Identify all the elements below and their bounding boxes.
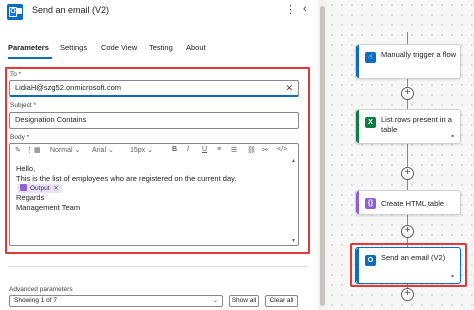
panel-title: Send an email (V2): [32, 5, 110, 15]
more-options-icon[interactable]: ⋮: [285, 3, 296, 16]
tab-settings[interactable]: Settings: [60, 43, 87, 52]
card-title: List rows present in a table: [381, 115, 452, 134]
link-icon: ⚭: [449, 134, 455, 140]
card-accent: [356, 191, 359, 214]
clear-all-button[interactable]: Clear all: [265, 295, 298, 307]
scrollbar-thumb[interactable]: [320, 6, 325, 306]
card-accent: [356, 110, 359, 143]
trigger-hand-icon: ☝: [365, 52, 376, 63]
panel-header: O Send an email (V2) ⋮ ‹: [0, 0, 318, 24]
card-title: Create HTML table: [381, 199, 445, 208]
tab-code-view[interactable]: Code View: [101, 43, 137, 52]
add-step-icon[interactable]: +: [401, 167, 414, 180]
advanced-parameters-label: Advanced parameters: [9, 286, 73, 293]
tab-testing[interactable]: Testing: [149, 43, 173, 52]
flow-card-trigger[interactable]: ☝ Manually trigger a flow: [355, 44, 461, 79]
add-step-icon[interactable]: +: [401, 288, 414, 301]
collapse-panel-icon[interactable]: ‹: [303, 3, 307, 15]
highlight-box: [5, 67, 310, 254]
divider: [8, 266, 308, 267]
flow-card-create-html-table[interactable]: {} Create HTML table: [355, 190, 461, 215]
show-all-button[interactable]: Show all: [229, 295, 259, 307]
add-step-icon[interactable]: +: [401, 87, 414, 100]
card-title: Manually trigger a flow: [381, 50, 457, 59]
chevron-down-icon: ⌄: [212, 298, 218, 304]
flow-card-list-rows[interactable]: X List rows present in a table ⚭: [355, 109, 461, 144]
panel-scrollbar[interactable]: [318, 0, 327, 310]
add-step-icon[interactable]: +: [401, 225, 414, 238]
advanced-parameters-select[interactable]: Showing 1 of 7 ⌄: [9, 295, 223, 307]
connector-line: [407, 32, 408, 44]
outlook-icon: O: [7, 4, 23, 20]
active-tab-indicator: [8, 57, 52, 59]
highlight-box: [350, 243, 467, 287]
advanced-parameters-value: Showing 1 of 7: [14, 297, 58, 304]
tab-about[interactable]: About: [186, 43, 206, 52]
card-accent: [356, 45, 359, 78]
tab-parameters[interactable]: Parameters: [8, 43, 49, 52]
action-details-panel: O Send an email (V2) ⋮ ‹ Parameters Sett…: [0, 0, 318, 310]
excel-icon: X: [365, 117, 376, 128]
data-operation-icon: {}: [365, 198, 376, 209]
